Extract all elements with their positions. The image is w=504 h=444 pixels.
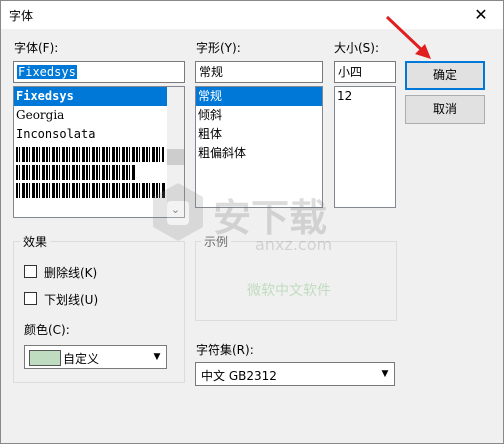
font-label: 字体(F): [14,41,59,55]
charset-select[interactable]: 中文 GB2312 ▼ [195,362,395,386]
size-label: 大小(S): [334,41,380,55]
style-input[interactable]: 常规 [195,61,323,83]
watermark-logo [153,183,203,241]
style-label: 字形(Y): [196,41,241,55]
watermark: 安下载 anxz.com [151,181,332,254]
size-input[interactable]: 小四 [334,61,396,83]
chevron-down-icon[interactable]: ▼ [377,364,393,384]
underline-label[interactable]: 下划线(U) [44,291,98,308]
charset-select-value: 中文 GB2312 [201,369,277,383]
watermark-site: 安下载 [213,196,328,240]
font-list-item[interactable]: Georgia [14,106,184,125]
color-select-value: 自定义 [63,352,100,366]
style-list-item[interactable]: 倾斜 [196,106,322,125]
font-input[interactable]: Fixedsys [13,61,185,83]
chevron-down-icon[interactable]: ▼ [149,347,165,367]
strikeout-checkbox[interactable] [24,265,37,278]
font-list-item[interactable]: Fixedsys [14,87,184,106]
size-list[interactable]: 12 [334,86,396,208]
barcode-font-item[interactable] [16,147,164,162]
font-input-value: Fixedsys [17,65,77,79]
watermark-domain: anxz.com [255,235,333,254]
font-list-item[interactable]: Inconsolata [14,125,184,144]
arrow-icon [385,15,431,59]
underline-checkbox[interactable] [24,292,37,305]
barcode-font-item[interactable] [16,165,136,180]
color-label: 颜色(C): [24,323,70,337]
color-swatch [29,350,61,366]
window-title: 字体 [9,9,34,23]
size-list-item[interactable]: 12 [335,87,395,106]
ok-button[interactable]: 确定 [405,61,485,90]
style-list-item[interactable]: 常规 [196,87,322,106]
barcode-font-item[interactable] [16,183,166,198]
cancel-button[interactable]: 取消 [405,95,485,124]
close-icon[interactable]: ✕ [459,1,503,29]
style-list-item[interactable]: 粗体 [196,125,322,144]
color-select[interactable]: 自定义 ▼ [24,345,167,369]
font-dialog: 字体 ✕ 字体(F): Fixedsys Fixedsys Georgia In… [0,0,504,444]
effects-title: 效果 [20,233,51,250]
style-list-item[interactable]: 粗偏斜体 [196,144,322,163]
charset-label: 字符集(R): [196,343,254,357]
scroll-thumb[interactable] [167,149,184,165]
sample-text: 微软中文软件 [247,283,331,299]
strikeout-label[interactable]: 删除线(K) [44,264,97,281]
